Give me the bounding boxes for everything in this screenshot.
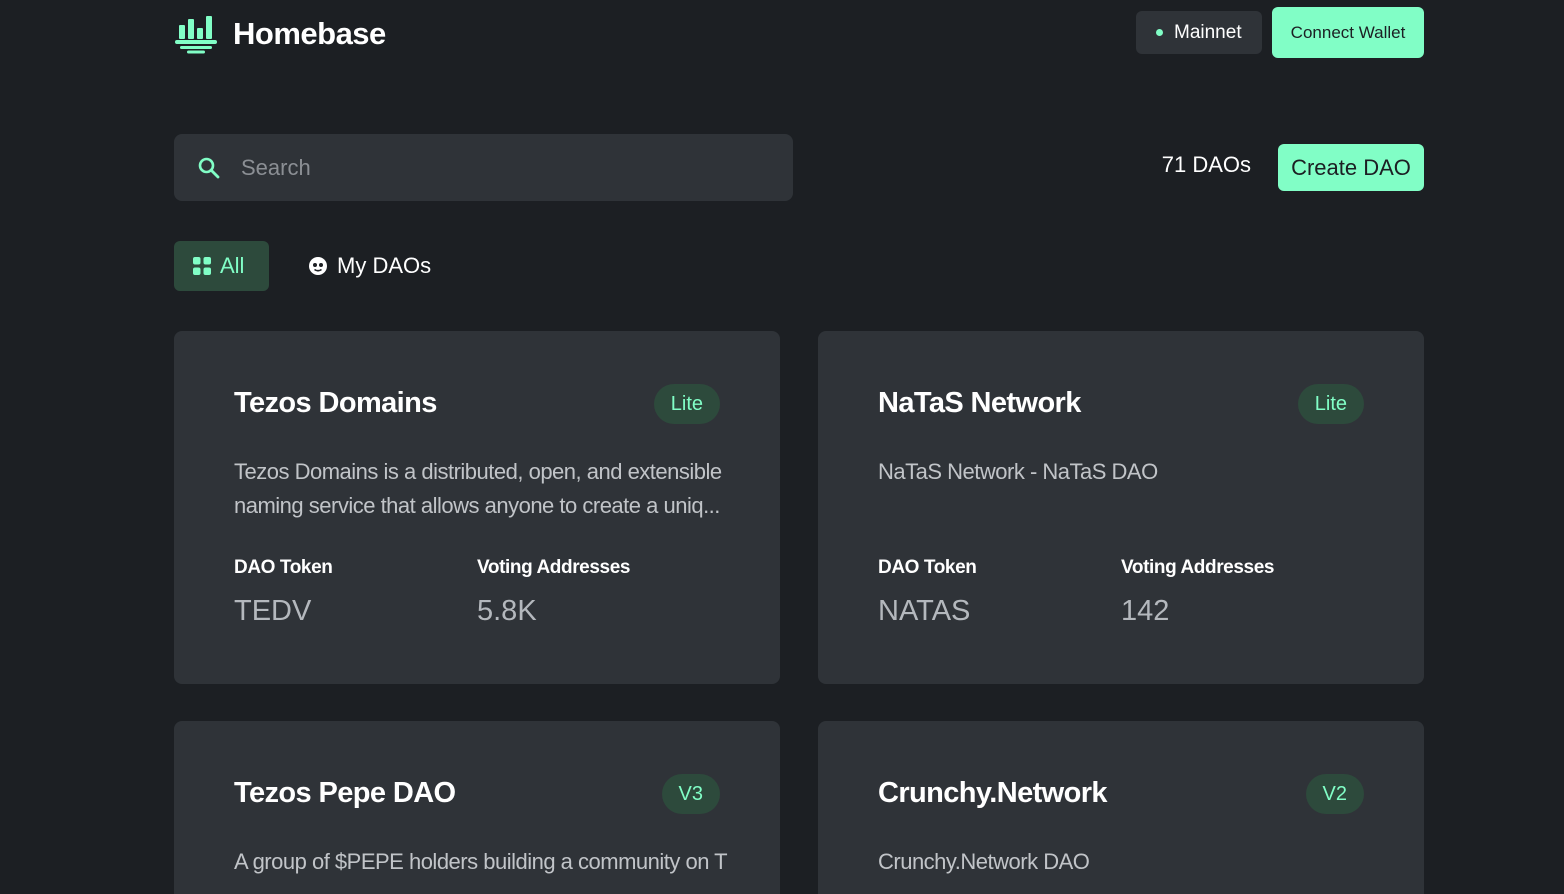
voting-addresses-label: Voting Addresses	[477, 557, 631, 578]
dao-token-value: TEDV	[234, 595, 312, 627]
search-input[interactable]	[241, 147, 793, 188]
tab-my-daos-label: My DAOs	[337, 253, 432, 278]
dao-card-description: Crunchy.Network DAO	[878, 849, 1090, 874]
dao-token-value: NATAS	[878, 595, 971, 627]
dao-card-description: NaTaS Network - NaTaS DAO	[878, 459, 1158, 484]
voting-addresses-label: Voting Addresses	[1121, 557, 1275, 578]
brand-name: Homebase	[233, 16, 386, 51]
dao-card[interactable]: Crunchy.Network V2 Crunchy.Network DAO	[818, 721, 1424, 894]
connect-wallet-button[interactable]: Connect Wallet	[1272, 7, 1424, 58]
voting-addresses-value: 5.8K	[477, 595, 537, 627]
tab-all-label: All	[220, 253, 245, 278]
dao-card-title: Tezos Pepe DAO	[234, 777, 456, 809]
dao-version-badge: Lite	[653, 384, 720, 424]
dao-count: 71 DAOs	[1161, 152, 1251, 177]
top-bar: Homebase Mainnet Connect Wallet	[174, 6, 1424, 58]
dao-card-description: A group of $PEPE holders building a comm…	[234, 849, 728, 874]
brand[interactable]: Homebase	[174, 14, 386, 54]
dao-card-title: Crunchy.Network	[878, 777, 1108, 809]
dao-version-badge: V2	[1305, 774, 1364, 814]
network-selector[interactable]: Mainnet	[1136, 11, 1262, 54]
tab-all[interactable]: All	[174, 241, 269, 291]
dao-version-badge: V3	[661, 774, 720, 814]
dao-card-title: Tezos Domains	[234, 387, 437, 419]
search-icon	[198, 157, 220, 178]
dao-card[interactable]: NaTaS Network Lite NaTaS Network - NaTaS…	[818, 331, 1424, 684]
dao-card-description: Tezos Domains is a distributed, open, an…	[234, 459, 722, 518]
dao-card-title: NaTaS Network	[878, 387, 1081, 419]
search-bar[interactable]	[174, 134, 793, 201]
dao-card[interactable]: Tezos Domains Lite Tezos Domains is a di…	[174, 331, 780, 684]
network-label: Mainnet	[1174, 21, 1242, 43]
page: Homebase Mainnet Connect Wallet 71 DAOs …	[0, 0, 1564, 894]
dao-token-label: DAO Token	[234, 557, 333, 578]
network-status-icon	[1156, 29, 1163, 36]
grid-icon	[193, 257, 211, 275]
user-circle-icon	[309, 257, 327, 275]
create-dao-button[interactable]: Create DAO	[1278, 144, 1424, 191]
dao-card[interactable]: Tezos Pepe DAO V3 A group of $PEPE holde…	[174, 721, 780, 894]
dao-token-label: DAO Token	[878, 557, 977, 578]
homebase-logo-icon	[175, 16, 217, 54]
dao-version-badge: Lite	[1297, 384, 1364, 424]
tab-my-daos[interactable]: My DAOs	[289, 241, 449, 291]
voting-addresses-value: 142	[1121, 595, 1170, 627]
